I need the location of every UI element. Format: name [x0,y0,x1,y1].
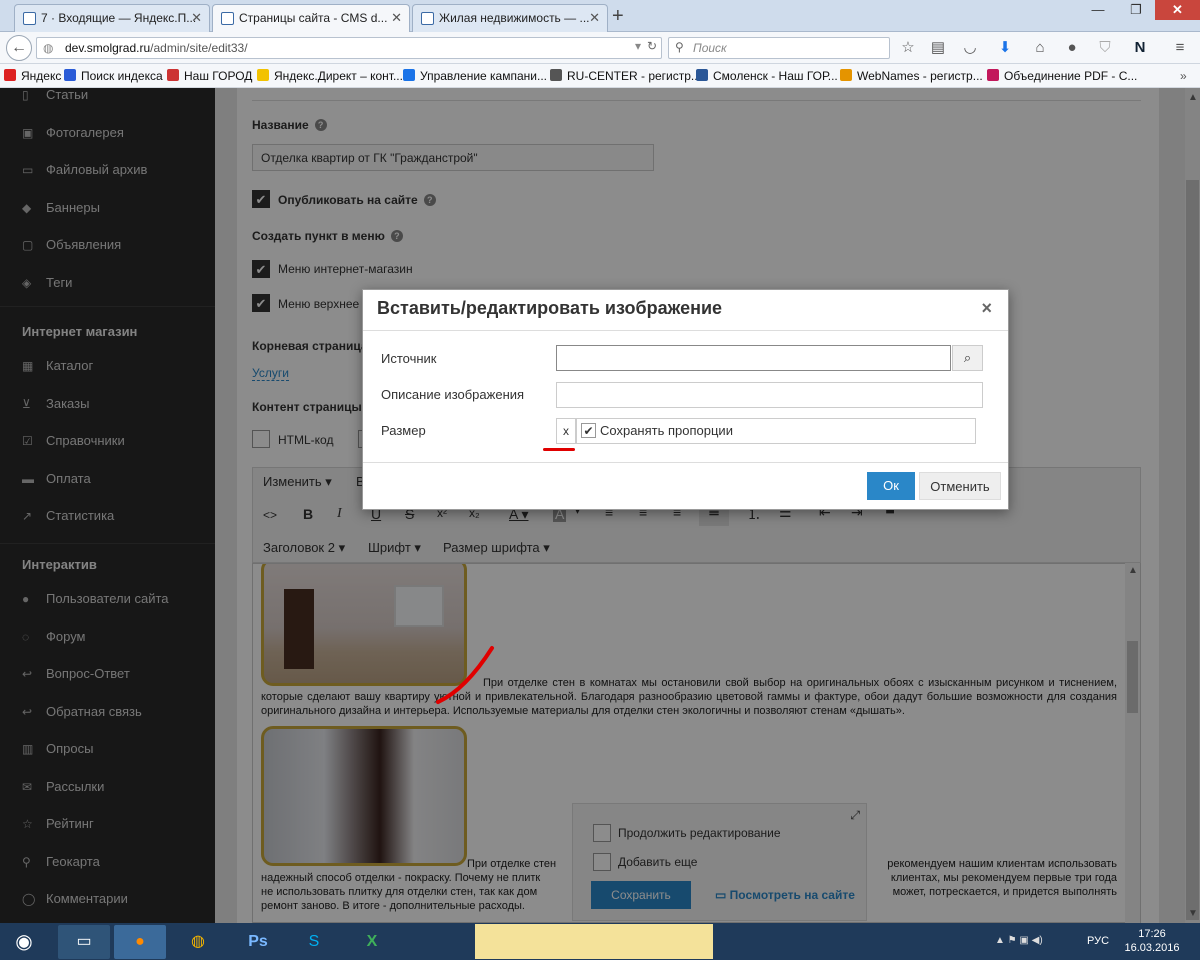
download-icon[interactable]: ⬇ [995,38,1015,58]
excel-icon[interactable]: X [346,925,398,959]
back-arrow-icon[interactable]: ← [6,35,32,61]
browser-tab[interactable]: 7 · Входящие — Яндекс.П... ✕ [14,4,210,32]
source-input[interactable] [556,345,951,371]
url-path: /admin/site/edit33/ [150,41,248,55]
bookmark[interactable]: Яндекс.Директ – конт... [257,69,403,83]
browse-icon[interactable]: ⌕ [952,345,983,371]
tab-label: 7 · Входящие — Яндекс.П... [41,11,197,25]
bookmarks-bar: Яндекс Поиск индекса Наш ГОРОД Яндекс.Ди… [0,64,1200,88]
bookmark[interactable]: Управление кампани... [403,69,547,83]
bookmark[interactable]: WebNames - регистр... [840,69,983,83]
keep-proportions-checkbox[interactable]: ✔ [581,423,596,438]
bookmark-yandex[interactable]: Яндекс [4,69,61,83]
firefox-icon[interactable]: ● [114,925,166,959]
close-icon[interactable]: × [981,298,992,319]
minimize-button[interactable]: — [1080,0,1116,20]
nash-gorod-icon [167,69,179,81]
tray-icons[interactable]: ▲ ⚑ ▣ ◀) [995,935,1043,946]
red-annotation-stroke [436,646,494,704]
bookmark[interactable]: Объединение PDF - С... [987,69,1137,83]
close-tab-icon[interactable]: ✕ [191,10,202,26]
pdf-icon [987,69,999,81]
adwords-icon [403,69,415,81]
url-input[interactable]: ◍ dev.smolgrad.ru/admin/site/edit33/ ▾ ↻ [36,37,662,59]
cancel-button[interactable]: Отменить [919,472,1001,500]
chat-icon[interactable]: ● [1062,38,1082,58]
start-icon[interactable]: ◉ [4,925,44,959]
tab-label: Жилая недвижимость — ... [439,11,590,25]
shield-icon[interactable]: ⛉ [1095,38,1115,58]
yandex-icon [4,69,16,81]
source-label: Источник [381,351,437,366]
dialog-title: Вставить/редактировать изображение [377,298,723,318]
home-icon[interactable]: ⌂ [1030,38,1050,58]
cms-icon [221,12,234,25]
direct-icon [257,69,269,81]
divider [363,330,1008,331]
size-label: Размер [381,423,426,438]
browser-tab[interactable]: Жилая недвижимость — ... ✕ [412,4,608,32]
skype-icon[interactable]: S [288,925,340,959]
description-input[interactable] [556,382,983,408]
globe-icon: ◍ [43,41,54,55]
ok-button[interactable]: Ок [867,472,915,500]
ru-center-icon [550,69,562,81]
restore-button[interactable]: ❐ [1118,0,1154,20]
cms-icon [421,12,434,25]
explorer-icon[interactable]: ▭ [58,925,110,959]
reload-icon[interactable]: ↻ [647,39,657,53]
browser-tab-active[interactable]: Страницы сайта - CMS d... ✕ [212,4,410,33]
keep-proportions-label: Сохранять пропорции [600,423,733,438]
menu-icon[interactable]: ≡ [1170,38,1190,58]
pocket-icon[interactable]: ◡ [960,38,980,58]
extension-icon[interactable]: N [1130,38,1150,58]
mail-icon [23,12,36,25]
tab-label: Страницы сайта - CMS d... [239,11,388,25]
windows-taskbar: ◉ ▭ ● ◍ Ps S X ▲ ⚑ ▣ ◀) РУС 17:26 16.03.… [0,923,1200,960]
clock-date[interactable]: 16.03.2016 [1124,942,1180,954]
dropdown-icon[interactable]: ▾ [635,39,641,53]
url-domain: dev.smolgrad.ru [65,41,151,55]
red-annotation-underline [543,448,575,451]
reading-list-icon[interactable]: ▤ [928,38,948,58]
size-separator: x [556,418,576,444]
description-label: Описание изображения [381,387,525,402]
clock-time[interactable]: 17:26 [1130,928,1174,940]
emblem-icon [64,69,76,81]
search-icon: ⚲ [675,40,684,54]
insert-image-dialog: Вставить/редактировать изображение × Ист… [362,289,1009,510]
highlighted-taskbar-area [475,924,713,959]
photoshop-icon[interactable]: Ps [232,925,284,959]
navigation-bar: ← ◍ dev.smolgrad.ru/admin/site/edit33/ ▾… [0,32,1200,64]
bookmark[interactable]: Наш ГОРОД [167,69,252,83]
browser-tab-bar: 7 · Входящие — Яндекс.П... ✕ Страницы са… [0,0,1200,33]
smolensk-icon [696,69,708,81]
close-tab-icon[interactable]: ✕ [589,10,600,26]
language-indicator[interactable]: РУС [1087,935,1109,947]
search-placeholder: Поиск [693,41,727,55]
close-tab-icon[interactable]: ✕ [391,10,402,26]
new-tab-button[interactable]: + [612,5,624,28]
chrome-icon[interactable]: ◍ [172,925,224,959]
star-icon[interactable]: ☆ [898,38,918,58]
search-input[interactable]: ⚲ Поиск [668,37,890,59]
close-window-button[interactable]: ✕ [1155,0,1200,20]
more-bookmarks-icon[interactable]: » [1180,69,1187,83]
webnames-icon [840,69,852,81]
bookmark[interactable]: Смоленск - Наш ГОР... [696,69,838,83]
divider [363,462,1008,463]
bookmark[interactable]: RU-CENTER - регистр... [550,69,701,83]
bookmark[interactable]: Поиск индекса [64,69,163,83]
